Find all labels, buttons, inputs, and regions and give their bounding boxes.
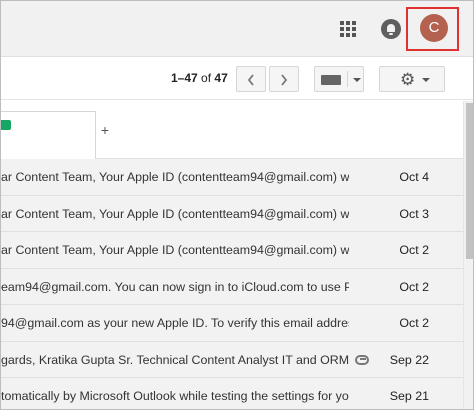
new-badge — [1, 120, 11, 130]
email-row[interactable]: ar Content Team, Your Apple ID (contentt… — [1, 159, 463, 196]
email-row[interactable]: ar Content Team, Your Apple ID (contentt… — [1, 232, 463, 269]
button-divider — [347, 71, 348, 87]
email-row[interactable]: gards, Kratika Gupta Sr. Technical Conte… — [1, 341, 463, 378]
tab-primary[interactable] — [1, 111, 96, 159]
settings-button[interactable]: ⚙ — [379, 66, 445, 92]
page-range: 1–47 — [171, 71, 198, 85]
chevron-right-icon — [281, 74, 288, 86]
email-snippet: ar Content Team, Your Apple ID (contentt… — [1, 243, 349, 257]
scrollbar[interactable] — [463, 101, 473, 409]
input-tools-button[interactable] — [314, 66, 364, 92]
page-count: 1–47 of 47 — [171, 71, 228, 85]
attachment-icon — [355, 354, 369, 365]
email-row[interactable]: tomatically by Microsoft Outlook while t… — [1, 378, 463, 409]
email-snippet: eam94@gmail.com. You can now sign in to … — [1, 279, 349, 294]
email-date: Oct 3 — [399, 206, 429, 221]
email-row[interactable]: eam94@gmail.com. You can now sign in to … — [1, 268, 463, 305]
chevron-left-icon — [247, 74, 254, 86]
email-snippet: ar Content Team, Your Apple ID (contentt… — [1, 206, 349, 221]
older-button[interactable] — [269, 66, 299, 92]
email-list: ar Content Team, Your Apple ID (contentt… — [1, 159, 463, 409]
email-date: Sep 22 — [389, 352, 429, 367]
email-snippet: tomatically by Microsoft Outlook while t… — [1, 389, 349, 403]
page-total: 47 — [214, 71, 228, 85]
inbox-tabs: + — [1, 101, 463, 159]
avatar-highlight-box: C — [406, 7, 459, 51]
email-date: Oct 2 — [399, 243, 429, 257]
mail-toolbar: 1–47 of 47 ⚙ — [1, 58, 473, 100]
email-date: Sep 21 — [389, 389, 429, 403]
account-avatar[interactable]: C — [420, 14, 448, 42]
email-date: Oct 2 — [399, 279, 429, 294]
email-snippet: ar Content Team, Your Apple ID (contentt… — [1, 170, 349, 184]
chevron-down-icon[interactable] — [353, 78, 361, 82]
email-date: Oct 4 — [399, 170, 429, 184]
page-of-label: of — [201, 71, 212, 85]
notifications-icon[interactable] — [381, 19, 401, 39]
email-snippet: 94@gmail.com as your new Apple ID. To ve… — [1, 316, 349, 330]
gmail-window: C 1–47 of 47 ⚙ + ar Content Team, Your A… — [0, 0, 474, 410]
email-row[interactable]: 94@gmail.com as your new Apple ID. To ve… — [1, 305, 463, 342]
scrollbar-thumb[interactable] — [466, 103, 473, 259]
email-date: Oct 2 — [399, 316, 429, 330]
email-snippet: gards, Kratika Gupta Sr. Technical Conte… — [1, 352, 349, 367]
top-header-bar: C — [1, 1, 473, 57]
gear-icon: ⚙ — [400, 70, 416, 89]
apps-grid-icon[interactable] — [340, 21, 356, 37]
chevron-down-icon — [422, 78, 430, 82]
newer-button[interactable] — [236, 66, 266, 92]
email-row[interactable]: ar Content Team, Your Apple ID (contentt… — [1, 195, 463, 232]
keyboard-icon — [321, 75, 341, 85]
add-tab-button[interactable]: + — [96, 111, 114, 151]
